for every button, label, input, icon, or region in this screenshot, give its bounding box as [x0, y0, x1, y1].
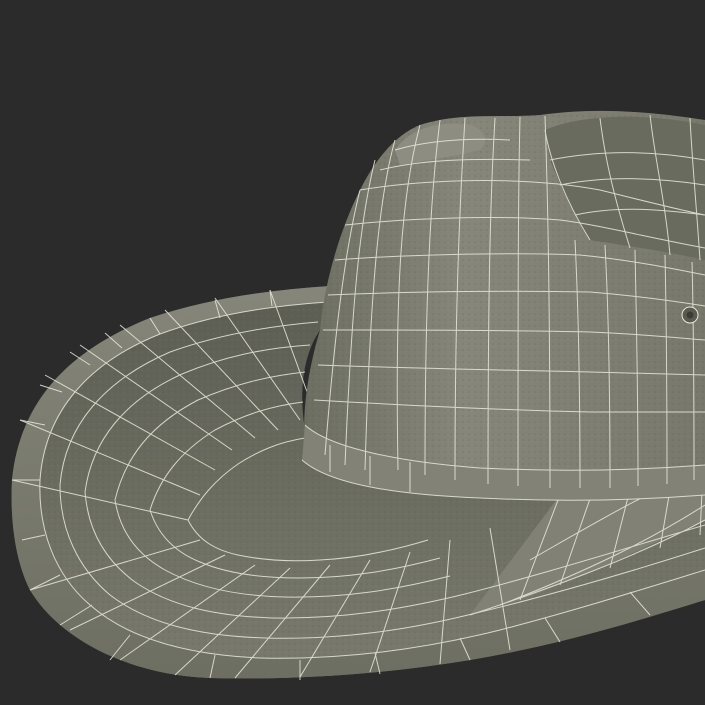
render-viewport [0, 0, 705, 705]
hat-render [0, 0, 705, 705]
vent-grommet-icon [681, 306, 699, 324]
